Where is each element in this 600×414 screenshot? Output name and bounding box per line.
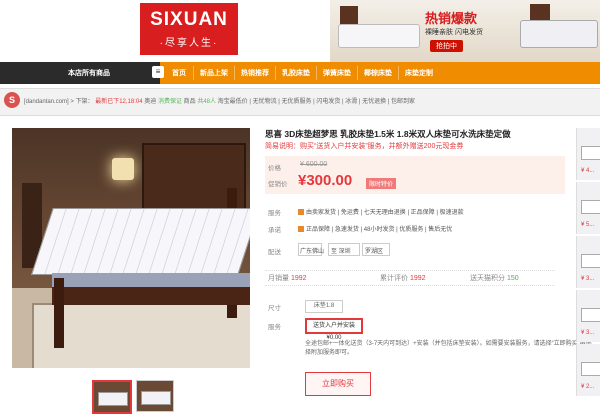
- related-item-image: [581, 308, 600, 322]
- related-item-price: ¥ 5...: [581, 222, 595, 228]
- orig-price-label: 价格: [268, 165, 281, 172]
- menu-icon[interactable]: ≡: [152, 66, 164, 78]
- breadcrumb-rest: 淘宝最低价 | 无忧物流 | 无优质服务 | 闪电发货 | 冰滑 | 无忧退换 …: [217, 99, 416, 105]
- store-logo[interactable]: SIXUAN ·尽享人生·: [140, 3, 238, 55]
- service-label: 服务: [268, 210, 281, 217]
- banner-subline: 裸睡亲肤 闪电发货: [425, 29, 483, 36]
- brand-name: SIXUAN: [150, 9, 228, 30]
- breadcrumb-v1: 奥迪: [144, 99, 157, 105]
- related-item[interactable]: ¥ 3...: [576, 236, 600, 288]
- related-item[interactable]: ¥ 5...: [576, 182, 600, 234]
- points-label: 送天猫积分: [470, 275, 505, 282]
- related-item[interactable]: ¥ 3...: [576, 290, 600, 342]
- related-item-price: ¥ 3...: [581, 276, 595, 282]
- related-item-image: [581, 254, 600, 268]
- breadcrumb-level: 最新已下12,18:04: [95, 99, 143, 105]
- nav-item-hot[interactable]: 热销推荐: [241, 68, 269, 78]
- review-count-value: 1992: [409, 275, 426, 282]
- nav-divider: [275, 66, 276, 80]
- product-subtitle: 简易说明：购买“送货入户并安装”服务，并额外赠送200元现金券: [265, 143, 464, 150]
- service-line-1: 由卖家发货 | 免运费 | 七天无理由退换 | 正品保障 | 极速退款: [298, 207, 464, 216]
- nav-divider: [193, 66, 194, 80]
- banner-headboard-image: [340, 6, 358, 26]
- thumbnail-2[interactable]: [136, 380, 174, 412]
- promo-banner[interactable]: 热销爆款 裸睡亲肤 闪电发货 抢拍中: [330, 0, 600, 62]
- related-item-image: [581, 146, 600, 160]
- breadcrumb-v2: 消费保证: [157, 99, 182, 105]
- related-item-image: [581, 362, 600, 376]
- guarantee-label: 承诺: [268, 227, 281, 234]
- breadcrumb-site[interactable]: [dandantan.com] > 下架：: [24, 99, 94, 105]
- sale-price: ¥300.00: [298, 172, 353, 189]
- brand-slogan: ·尽享人生·: [159, 38, 219, 49]
- thumbnail-mattress: [98, 392, 128, 406]
- nav-item-coir[interactable]: 椰棕床垫: [364, 68, 392, 78]
- thumbnail-1[interactable]: [92, 380, 132, 414]
- delivery-area: 罗湖区: [365, 249, 384, 255]
- monthly-sales-label: 月销量: [268, 275, 289, 282]
- nav-item-home[interactable]: 首页: [172, 68, 186, 78]
- review-count-label: 累计评价: [380, 275, 408, 282]
- nav-divider: [234, 66, 235, 80]
- related-item-price: ¥ 4...: [581, 168, 595, 174]
- buy-now-button[interactable]: 立即购买: [305, 372, 371, 396]
- product-title: 思喜 3D床垫超梦思 乳胶床垫1.5米 1.8米双人床垫可水洗床垫定做: [265, 129, 511, 139]
- banner-mattress-image: [520, 20, 598, 48]
- price-label: 促销价: [268, 181, 288, 188]
- banner-headline: 热销爆款: [425, 11, 478, 26]
- breadcrumb: [dandantan.com] > 下架： 最新已下12,18:04 奥迪 消费…: [24, 96, 415, 105]
- service-line-1-text: 由卖家发货 | 免运费 | 七天无理由退换 | 正品保障 | 极速退款: [306, 210, 464, 216]
- image-rug: [32, 303, 250, 368]
- breadcrumb-v4: 共48人: [197, 99, 216, 105]
- review-count[interactable]: 累计评价 1992: [380, 273, 426, 283]
- nav-divider: [316, 66, 317, 80]
- svc-option-label: 服务: [268, 324, 281, 331]
- product-description: 全途包邮+一体化送货（3-7天内可到达）+安装（并包括床垫安装）。如需要安装服务…: [305, 341, 592, 356]
- breadcrumb-v3: 商品: [183, 99, 196, 105]
- original-price: ¥ 600.00: [300, 161, 328, 168]
- nav-divider: [398, 66, 399, 80]
- delivery-label: 配送: [268, 249, 281, 256]
- service-line-2: 正品保障 | 急速发货 | 48小时发货 | 优质服务 | 售后无忧: [298, 224, 452, 233]
- delivery-from: 广东佛山: [300, 249, 325, 255]
- price-tag-badge: 限时特价: [366, 178, 397, 189]
- nav-item-new[interactable]: 新品上架: [200, 68, 228, 78]
- banner-cta-button[interactable]: 抢拍中: [430, 40, 463, 52]
- service-line-2-text: 正品保障 | 急速发货 | 48小时发货 | 优质服务 | 售后无忧: [306, 227, 453, 233]
- related-item-price: ¥ 3...: [581, 330, 595, 336]
- size-option[interactable]: 床垫1.8: [305, 300, 343, 313]
- related-item[interactable]: ¥ 2...: [576, 344, 600, 396]
- banner-mattress-image: [338, 24, 420, 48]
- nav-item-spring[interactable]: 弹簧床垫: [323, 68, 351, 78]
- related-item[interactable]: ¥ 4...: [576, 128, 600, 180]
- related-item-image: [581, 200, 600, 214]
- image-bedpost: [54, 278, 64, 348]
- service-option-selected[interactable]: 送货入户并安装 ¥0.00: [305, 318, 363, 341]
- thumbnail-mattress: [141, 391, 171, 405]
- service-icon: [298, 209, 304, 216]
- image-mattress-side: [52, 273, 250, 287]
- image-lamp: [112, 158, 134, 180]
- nav-item-custom[interactable]: 床垫定制: [405, 68, 433, 78]
- related-item-price: ¥ 2...: [581, 384, 595, 390]
- shop-logo-icon[interactable]: S: [4, 92, 20, 108]
- nav-all-products[interactable]: 本店所有商品: [68, 68, 110, 78]
- points-value: 150: [506, 275, 519, 282]
- monthly-sales-value: 1992: [290, 275, 307, 282]
- delivery-to: 至 深圳: [331, 249, 351, 255]
- image-bed-frame: [52, 287, 250, 305]
- image-mattress: [31, 208, 250, 275]
- nav-item-latex[interactable]: 乳胶床垫: [282, 68, 310, 78]
- size-label: 尺寸: [268, 305, 281, 312]
- guarantee-icon: [298, 226, 304, 233]
- monthly-sales: 月销量 1992: [268, 273, 307, 283]
- points: 送天猫积分 150: [470, 273, 519, 283]
- nav-divider: [357, 66, 358, 80]
- product-main-image[interactable]: [12, 128, 250, 368]
